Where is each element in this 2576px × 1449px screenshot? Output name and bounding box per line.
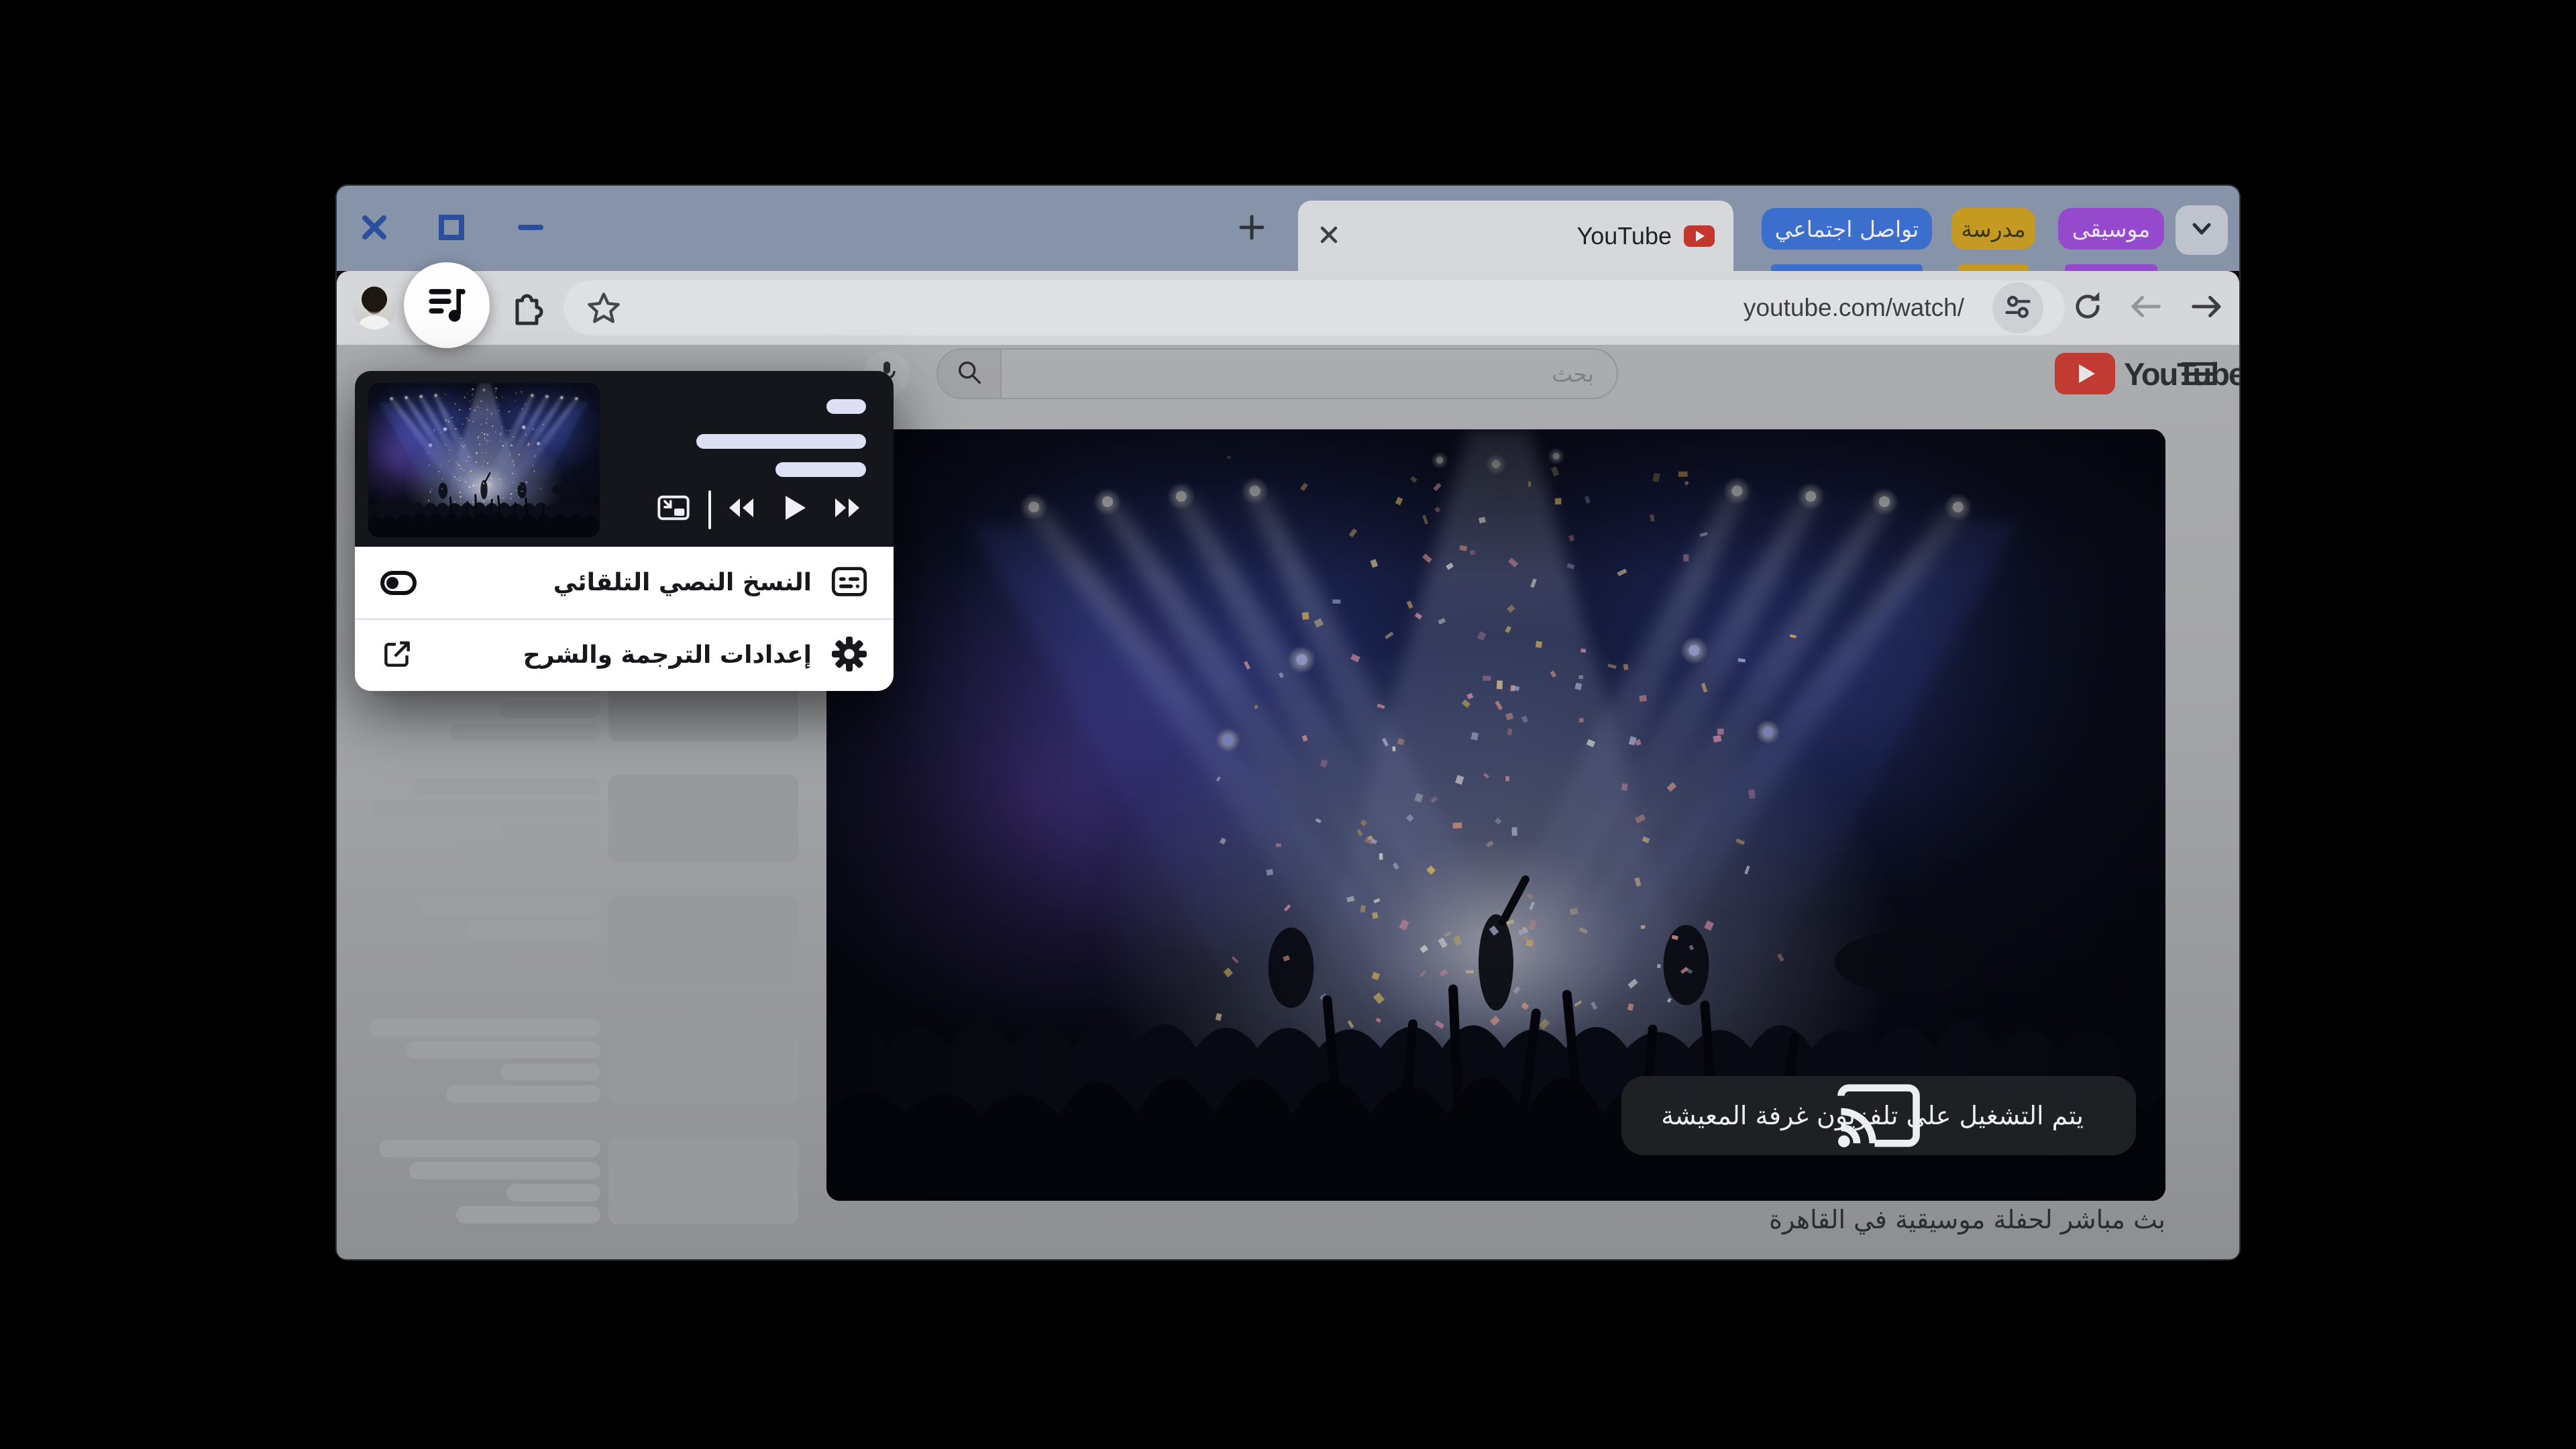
media-title-placeholder (696, 434, 866, 449)
skeleton-text-line (413, 777, 600, 795)
tab-group-music[interactable]: موسيقى (2058, 208, 2164, 250)
tab-group-label: موسيقى (2072, 216, 2151, 242)
window-close-button[interactable] (358, 213, 390, 245)
tab-group-label: تواصل اجتماعي (1775, 216, 1919, 242)
site-controls-button[interactable] (1992, 282, 2043, 333)
back-button[interactable] (2127, 289, 2164, 327)
play-button[interactable] (776, 490, 814, 528)
skeleton-text-line (419, 898, 600, 916)
address-bar[interactable]: youtube.com/watch/ (564, 280, 2065, 335)
arrow-right-icon (2189, 288, 2225, 327)
browser-window: YouTube تواصل اجتماعي مدرسة موسيقى (337, 186, 2239, 1259)
media-controls-button[interactable] (404, 262, 490, 348)
tune-icon (2003, 292, 2033, 324)
minimize-icon (517, 213, 545, 244)
media-thumbnail (368, 383, 600, 537)
new-tab-button[interactable] (1234, 211, 1269, 246)
skeleton-text-line (449, 723, 600, 741)
skeleton-text-line (506, 1184, 600, 1201)
tab-strip: YouTube تواصل اجتماعي مدرسة موسيقى (337, 186, 2239, 271)
fast-forward-icon (831, 494, 865, 524)
search-input[interactable]: بحث (1002, 361, 1617, 387)
skeleton-text-line (500, 1063, 600, 1081)
skeleton-thumbnail (608, 1137, 798, 1224)
youtube-favicon-icon (1684, 225, 1715, 247)
tab-title: YouTube (1577, 222, 1672, 250)
skeleton-text-line (406, 1041, 600, 1059)
skeleton-text-line (409, 1162, 600, 1179)
closed-caption-icon (830, 564, 868, 602)
skeleton-text-line (500, 701, 600, 718)
puzzle-icon (506, 288, 543, 328)
desktop-background: YouTube تواصل اجتماعي مدرسة موسيقى (0, 0, 2576, 1449)
skeleton-text-line (446, 1085, 600, 1103)
caption-settings-row[interactable]: إعدادات الترجمة والشرح (355, 619, 894, 691)
search-icon (955, 358, 984, 390)
live-caption-row[interactable]: النسخ النصي التلقائي (355, 547, 894, 619)
previous-track-button[interactable] (722, 490, 759, 528)
bookmark-star-icon[interactable] (586, 290, 621, 328)
skeleton-thumbnail (608, 896, 798, 983)
arrow-left-icon (2127, 288, 2163, 327)
reload-button[interactable] (2069, 289, 2106, 327)
skeleton-thumbnail (608, 1016, 798, 1104)
tab-close-icon[interactable] (1317, 223, 1341, 250)
youtube-logo-icon[interactable] (2055, 353, 2115, 394)
cast-status-overlay: يتم التشغيل على تلفزيون غرفة المعيشة (1621, 1076, 2136, 1155)
video-title: بث مباشر لحفلة موسيقية في القاهرة (826, 1205, 2165, 1234)
media-artist-placeholder (775, 462, 866, 477)
skeleton-text-line (456, 1206, 600, 1224)
media-title-placeholder (826, 399, 866, 414)
reload-icon (2070, 289, 2105, 327)
skeleton-text-line (501, 822, 600, 839)
rewind-icon (724, 494, 757, 524)
tab-list-menu-button[interactable] (2176, 205, 2228, 255)
skeleton-text-line (466, 920, 600, 938)
tab-group-label: مدرسة (1961, 216, 2025, 242)
live-caption-toggle[interactable] (380, 571, 417, 595)
live-caption-label: النسخ النصي التلقائي (553, 569, 812, 596)
forward-button[interactable] (2188, 289, 2226, 327)
tab-group-stripe (1958, 264, 2029, 271)
skeleton-text-line (369, 1019, 600, 1036)
tab-group-stripe (2065, 264, 2157, 271)
picture-in-picture-button[interactable] (655, 490, 692, 528)
skeleton-text-line (379, 1140, 600, 1157)
skeleton-text-line (453, 844, 600, 861)
controls-divider (708, 490, 711, 529)
close-icon (360, 213, 388, 244)
menu-icon[interactable] (2182, 358, 2216, 389)
extensions-button[interactable] (506, 289, 543, 327)
profile-avatar[interactable] (353, 286, 396, 329)
search-bar[interactable]: بحث (936, 348, 1618, 399)
url-text[interactable]: youtube.com/watch/ (1743, 280, 1964, 335)
chevron-down-icon (2188, 215, 2215, 245)
window-minimize-button[interactable] (515, 213, 547, 245)
plus-icon (1237, 213, 1267, 245)
gear-icon (830, 635, 868, 676)
media-controls-popup: النسخ النصي التلقائي إعدادات الترجمة وال… (355, 371, 894, 691)
picture-in-picture-icon (656, 490, 691, 528)
media-session-card[interactable] (355, 371, 894, 547)
play-icon (782, 493, 808, 525)
active-tab-youtube[interactable]: YouTube (1298, 201, 1733, 271)
tab-group-social[interactable]: تواصل اجتماعي (1762, 208, 1932, 250)
tab-group-school[interactable]: مدرسة (1951, 208, 2035, 250)
tab-group-stripe (1771, 264, 1923, 271)
search-button[interactable] (938, 350, 1002, 398)
queue-music-icon (426, 283, 468, 327)
skeleton-text-line (372, 800, 600, 817)
caption-settings-label: إعدادات الترجمة والشرح (523, 641, 812, 669)
window-maximize-button[interactable] (435, 213, 468, 245)
video-player[interactable]: يتم التشغيل على تلفزيون غرفة المعيشة (826, 429, 2165, 1201)
next-track-button[interactable] (829, 490, 867, 528)
maximize-icon (437, 213, 466, 244)
open-in-new-icon (380, 637, 414, 674)
skeleton-thumbnail (608, 775, 798, 862)
